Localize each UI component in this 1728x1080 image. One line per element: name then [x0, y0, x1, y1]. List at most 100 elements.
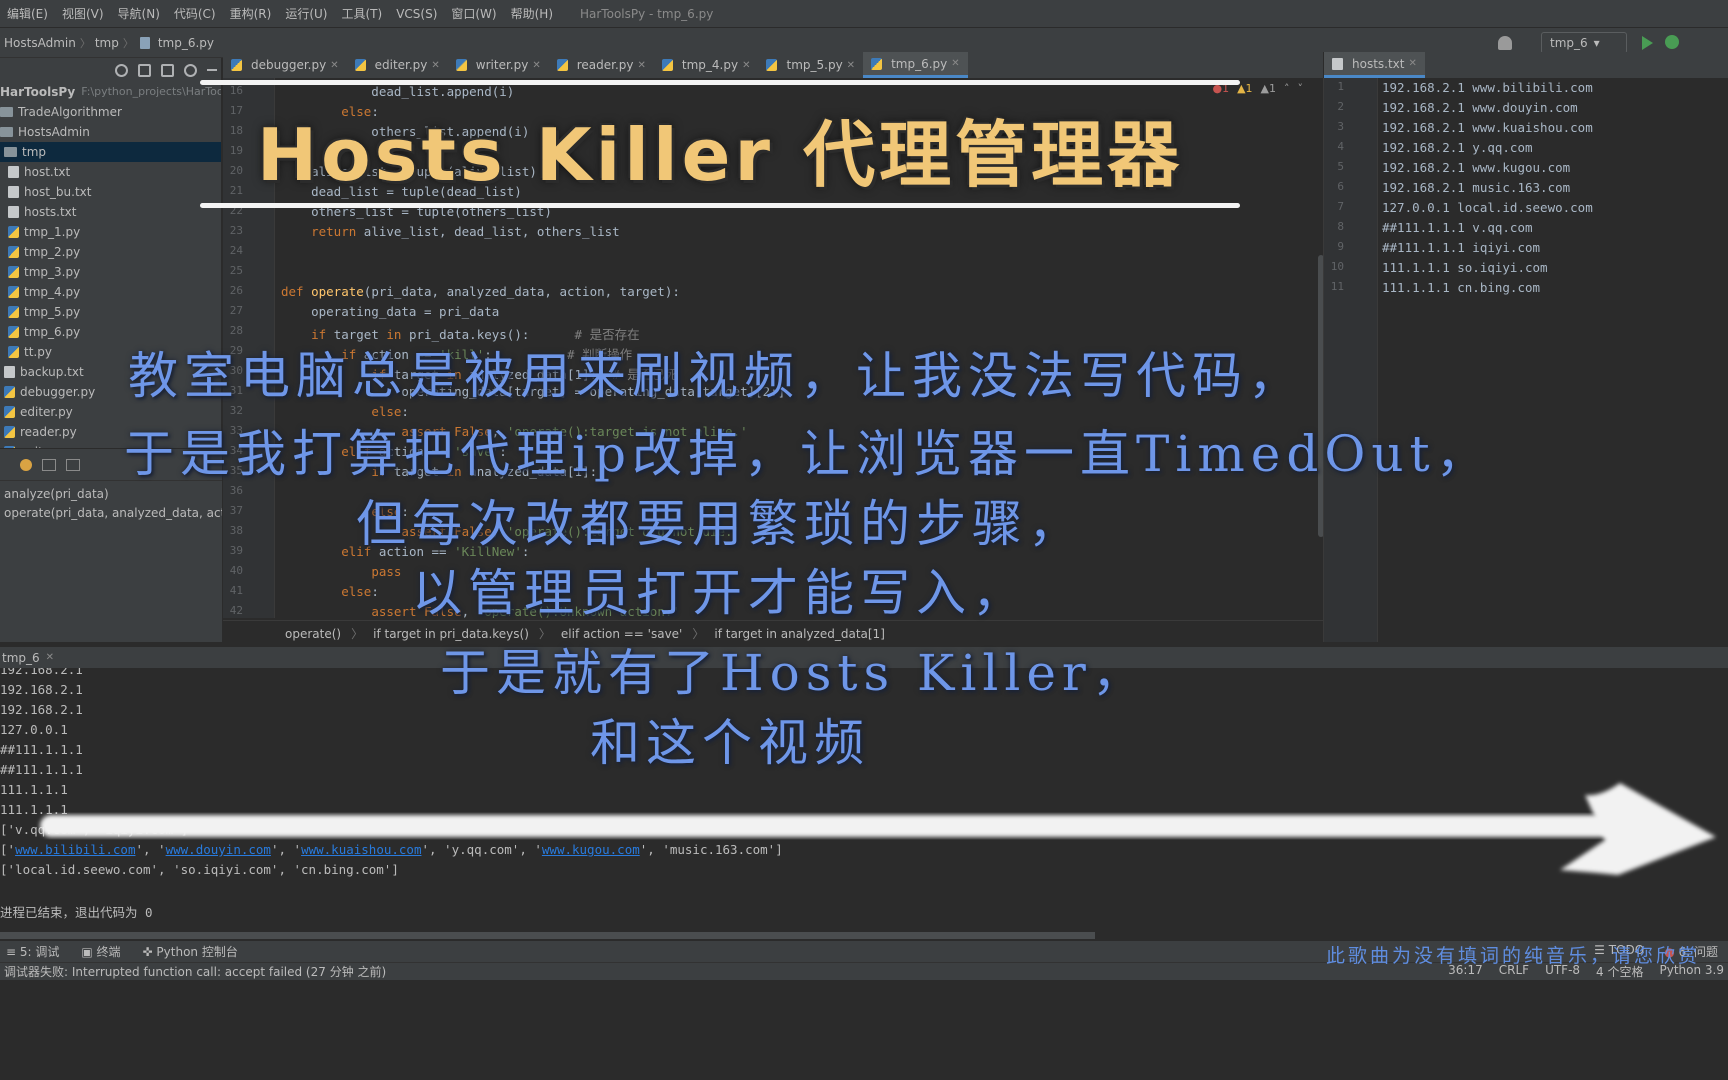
nav-crumb-tmp[interactable]: tmp [91, 36, 123, 50]
structure-item-analyze[interactable]: analyze(pri_data) [0, 485, 222, 504]
hosts-editor[interactable]: 1 2 3 4 5 6 7 8 9 10 11 192.168.2.1 www.bilibili.c… [1323, 78, 1728, 642]
run-tab-label[interactable]: tmp_6 [2, 651, 40, 665]
hosts-line[interactable]: 127.0.0.1 local.id.seewo.com [1382, 200, 1593, 215]
hosts-line[interactable]: 192.168.2.1 www.kuaishou.com [1382, 120, 1593, 135]
window-title: HarToolsPy - tmp_6.py [580, 6, 714, 21]
structure-item-operate[interactable]: operate(pri_data, analyzed_data, action,… [0, 504, 222, 523]
gear-icon[interactable] [184, 63, 197, 77]
user-icon[interactable] [1498, 36, 1512, 50]
tree-item-label: tmp_6.py [24, 325, 81, 339]
code-line[interactable]: pass [281, 564, 401, 579]
line-number-gutter: 1 2 3 4 5 6 7 8 9 10 11 [1324, 78, 1378, 642]
menu-code[interactable]: 代码(C) [167, 5, 223, 22]
tree-item[interactable]: hosts.txt [0, 202, 221, 222]
tree-item-label: tmp_4.py [24, 285, 81, 299]
hosts-line[interactable]: 192.168.2.1 www.kugou.com [1382, 160, 1570, 175]
close-icon[interactable]: ✕ [951, 58, 959, 69]
terminal-tool-button[interactable]: ▣ 终端 [81, 943, 120, 960]
line-number: 10 [1330, 260, 1344, 273]
collapse-up-icon[interactable] [42, 458, 56, 471]
python-file-icon [871, 57, 883, 70]
hosts-line[interactable]: 192.168.2.1 www.bilibili.com [1382, 80, 1593, 95]
chevron-down-icon[interactable]: ˅ [1298, 82, 1304, 95]
menu-tools[interactable]: 工具(T) [334, 5, 389, 22]
folder-icon [0, 127, 13, 137]
tree-item-label: tmp_3.py [24, 265, 81, 279]
close-icon[interactable]: ✕ [431, 60, 439, 71]
close-icon[interactable]: ✕ [330, 60, 338, 71]
nav-crumb-hostsadmin[interactable]: HostsAdmin [0, 36, 80, 50]
tree-item[interactable]: tmp_5.py [0, 302, 221, 322]
tree-item[interactable]: tmp_1.py [0, 222, 221, 242]
menu-vcs[interactable]: VCS(S) [389, 7, 444, 21]
nav-crumb-file[interactable]: tmp_6.py [154, 36, 218, 50]
close-icon[interactable]: ✕ [638, 60, 646, 71]
tree-item[interactable]: host_bu.txt [0, 182, 221, 202]
tree-item-label: tt.py [24, 345, 52, 359]
menu-edit[interactable]: 编辑(E) [0, 5, 55, 22]
sort-icon[interactable] [20, 458, 32, 471]
breadcrumb-operate[interactable]: operate() [285, 627, 341, 641]
menu-help[interactable]: 帮助(H) [504, 5, 560, 22]
code-line[interactable]: return alive_list, dead_list, others_lis… [281, 224, 620, 239]
minimize-icon[interactable] [207, 69, 217, 71]
menu-run[interactable]: 运行(U) [278, 5, 334, 22]
close-icon[interactable]: ✕ [1408, 58, 1416, 69]
editor-tab-label: tmp_4.py [681, 58, 739, 72]
close-icon[interactable]: ✕ [46, 652, 54, 663]
menu-view[interactable]: 视图(V) [55, 5, 111, 22]
tab-hosts-txt[interactable]: hosts.txt ✕ [1324, 52, 1425, 78]
editor-tab[interactable]: tmp_5.py ✕ [758, 52, 863, 78]
line-number: 11 [1330, 280, 1344, 293]
hosts-line[interactable]: 111.1.1.1 so.iqiyi.com [1382, 260, 1548, 275]
collapse-all-icon[interactable] [138, 63, 151, 77]
tree-item-label: host.txt [24, 165, 71, 179]
locate-icon[interactable] [115, 63, 128, 77]
python-file-icon [139, 36, 150, 49]
menu-refactor[interactable]: 重构(R) [223, 5, 279, 22]
tree-item[interactable]: TradeAlgorithmer [0, 102, 221, 122]
hosts-line[interactable]: 192.168.2.1 y.qq.com [1382, 140, 1533, 155]
run-config-select[interactable]: tmp_6 ▾ [1541, 32, 1627, 54]
editor-tab[interactable]: tmp_6.py ✕ [863, 52, 968, 78]
code-line[interactable]: def operate(pri_data, analyzed_data, act… [281, 284, 680, 299]
status-message[interactable]: 调试器失败: Interrupted function call: accept… [4, 963, 386, 980]
tree-item[interactable]: tmp [0, 142, 221, 162]
tree-item[interactable]: tmp_4.py [0, 282, 221, 302]
code-line[interactable]: operating_data = pri_data [281, 304, 499, 319]
tree-item[interactable]: host.txt [0, 162, 221, 182]
terminal-icon: ▣ [81, 945, 97, 959]
menu-window[interactable]: 窗口(W) [444, 5, 503, 22]
python-console-button[interactable]: ✜ Python 控制台 [143, 943, 238, 960]
close-icon[interactable]: ✕ [742, 60, 750, 71]
hosts-line[interactable]: ##111.1.1.1 v.qq.com [1382, 220, 1533, 235]
project-root[interactable]: HarToolsPy F:\python_projects\HarToolsPy [0, 82, 221, 102]
editor-tab-label: tmp_6.py [891, 56, 948, 71]
tree-item[interactable]: tmp_2.py [0, 242, 221, 262]
banner-bottom-line [200, 203, 1240, 208]
hosts-line[interactable]: 192.168.2.1 music.163.com [1382, 180, 1570, 195]
editor-tab[interactable]: debugger.py ✕ [223, 52, 347, 78]
chevron-up-icon[interactable]: ˄ [1284, 82, 1290, 95]
run-icon[interactable] [1642, 36, 1653, 50]
console-scrollbar[interactable] [0, 932, 1095, 939]
debug-icon[interactable] [1665, 35, 1679, 49]
editor-tab[interactable]: editer.py ✕ [347, 52, 448, 78]
debug-tool-button[interactable]: ≡ 5: 调试 [6, 943, 59, 960]
expand-all-icon[interactable] [161, 63, 174, 77]
menu-navigate[interactable]: 导航(N) [111, 5, 167, 22]
python-file-icon [4, 406, 15, 418]
tree-item[interactable]: tmp_3.py [0, 262, 221, 282]
expand-down-icon[interactable] [66, 458, 80, 471]
hosts-line[interactable]: ##111.1.1.1 iqiyi.com [1382, 240, 1540, 255]
close-icon[interactable]: ✕ [847, 60, 855, 71]
editor-tab[interactable]: writer.py ✕ [448, 52, 549, 78]
close-icon[interactable]: ✕ [532, 60, 540, 71]
editor-tab[interactable]: reader.py ✕ [549, 52, 654, 78]
code-line[interactable]: else: [281, 584, 379, 599]
tree-item[interactable]: HostsAdmin [0, 122, 221, 142]
hosts-line[interactable]: 111.1.1.1 cn.bing.com [1382, 280, 1540, 295]
hosts-line[interactable]: 192.168.2.1 www.douyin.com [1382, 100, 1578, 115]
editor-tab[interactable]: tmp_4.py ✕ [654, 52, 759, 78]
python-file-icon [556, 59, 568, 71]
